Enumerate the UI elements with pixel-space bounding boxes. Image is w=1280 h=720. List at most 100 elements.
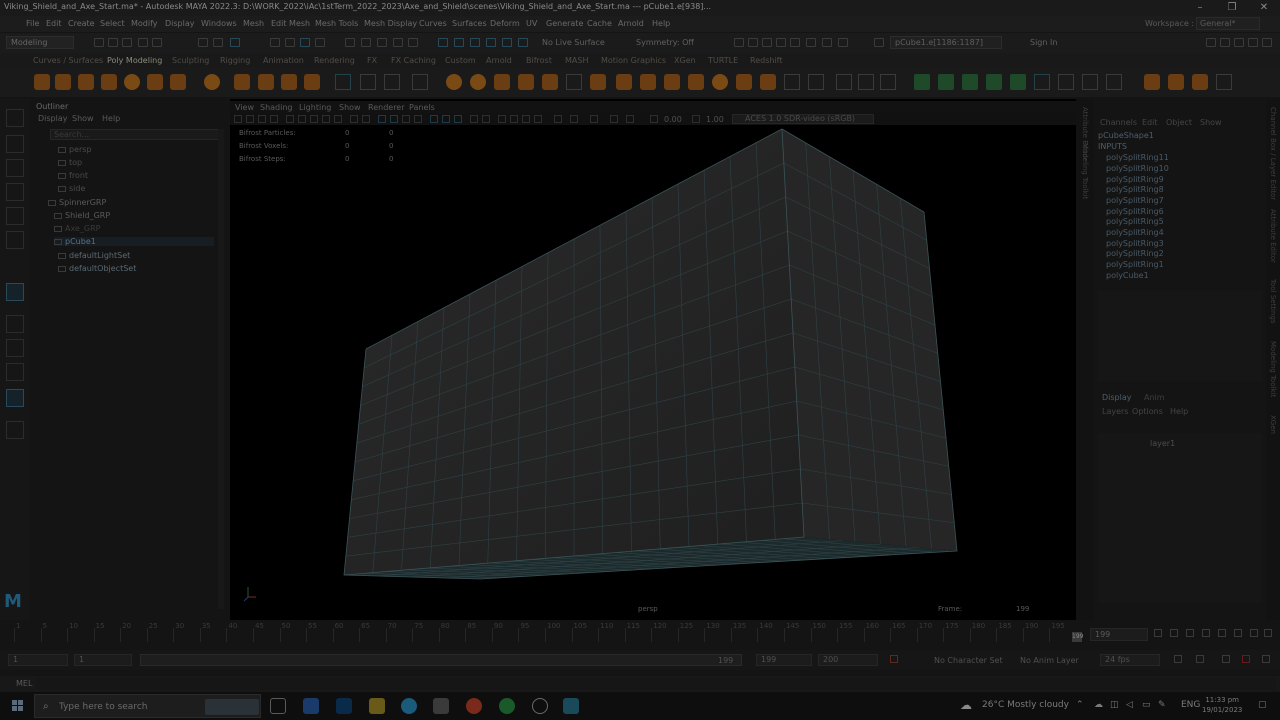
step-back-key-icon[interactable] — [1170, 629, 1178, 637]
shelf-tab-rendering[interactable]: Rendering — [314, 56, 355, 65]
mel-label[interactable]: MEL — [16, 679, 32, 688]
outliner-toggle-icon[interactable] — [1262, 38, 1272, 47]
cache-playback-icon[interactable] — [1242, 655, 1250, 663]
outliner-item[interactable]: Axe_GRP — [54, 224, 100, 233]
select-tool-icon[interactable] — [6, 109, 24, 127]
photoshop-icon[interactable] — [336, 698, 352, 714]
side-tab-channel-box[interactable]: Channel Box / Layer Editor — [1269, 107, 1277, 200]
save-scene-icon[interactable] — [122, 38, 132, 47]
reduce-icon[interactable] — [566, 74, 582, 90]
cb-menu-channels[interactable]: Channels — [1100, 118, 1137, 127]
outliner-item[interactable]: persp — [58, 145, 92, 154]
poly-cylinder-icon[interactable] — [78, 74, 94, 90]
collapse-icon[interactable] — [736, 74, 752, 90]
merge-icon[interactable] — [712, 74, 728, 90]
outliner-item[interactable]: defaultObjectSet — [58, 264, 136, 273]
obs-icon[interactable] — [532, 698, 548, 714]
poly-plane-icon[interactable] — [147, 74, 163, 90]
shelf-tab-bifrost[interactable]: Bifrost — [526, 56, 552, 65]
language-indicator[interactable]: ENG — [1181, 700, 1200, 710]
layer-menu-layers[interactable]: Layers — [1102, 407, 1128, 416]
insert-edge-loop-icon[interactable] — [858, 74, 874, 90]
cb-menu-object[interactable]: Object — [1166, 118, 1192, 127]
side-tab-modeling-toolkit-right[interactable]: Modeling Toolkit — [1269, 341, 1277, 397]
weather-text[interactable]: 26°C Mostly cloudy — [982, 700, 1069, 710]
menu-mesh-display[interactable]: Mesh Display — [364, 19, 417, 28]
cut-uv-icon[interactable] — [1034, 74, 1050, 90]
open-scene-icon[interactable] — [108, 38, 118, 47]
menu-mesh[interactable]: Mesh — [243, 19, 264, 28]
offset-edge-loop-icon[interactable] — [880, 74, 896, 90]
select-hierarchy-icon[interactable] — [198, 38, 208, 47]
custom-shelf-icon[interactable] — [1216, 74, 1232, 90]
menu-cache[interactable]: Cache — [587, 19, 612, 28]
unfold-icon[interactable] — [1082, 74, 1098, 90]
sew-uv-icon[interactable] — [1058, 74, 1074, 90]
boolean-difference-icon[interactable] — [470, 74, 486, 90]
time-slider[interactable]: 1 5 10 15 20 25 30 35 40 45 50 55 60 65 70 75 80 85 90 95 10… — [0, 620, 1280, 650]
layer-menu-options[interactable]: Options — [1132, 407, 1163, 416]
shelf-tab-poly-modeling[interactable]: Poly Modeling — [107, 56, 162, 65]
snap-pivot-icon[interactable] — [518, 38, 528, 47]
ipr-icon[interactable] — [762, 38, 772, 47]
maya-taskbar-icon[interactable] — [563, 698, 579, 714]
snap-live-icon[interactable] — [470, 38, 480, 47]
planar-map-icon[interactable] — [938, 74, 954, 90]
lasso-tool-icon[interactable] — [6, 135, 24, 153]
input-node[interactable]: polySplitRing6 — [1106, 207, 1164, 216]
outliner-menu-show[interactable]: Show — [72, 114, 94, 123]
search-icon[interactable] — [6, 421, 24, 439]
range-bar[interactable] — [140, 654, 742, 666]
poly-sphere-icon[interactable] — [34, 74, 50, 90]
windows-start-icon[interactable] — [12, 700, 24, 712]
target-weld-icon[interactable] — [808, 74, 824, 90]
shelf-tab-curves-surfaces[interactable]: Curves / Surfaces — [33, 56, 103, 65]
combine-icon[interactable] — [360, 74, 376, 90]
shelf-tab-turtle[interactable]: TURTLE — [708, 56, 738, 65]
mirror-icon[interactable] — [518, 74, 534, 90]
poly-text-icon[interactable] — [281, 74, 297, 90]
file-explorer-icon[interactable] — [369, 698, 385, 714]
poly-disc-icon[interactable] — [170, 74, 186, 90]
taskbar-search[interactable]: ⌕ Type here to search — [34, 694, 261, 718]
modeling-toolkit-icon[interactable] — [1206, 38, 1216, 47]
loop-icon[interactable] — [1174, 655, 1182, 663]
freeze-transform-icon[interactable] — [1192, 74, 1208, 90]
pause-icon[interactable] — [838, 38, 848, 47]
shelf-tab-xgen[interactable]: XGen — [674, 56, 696, 65]
magnet-icon[interactable] — [502, 38, 512, 47]
input-node[interactable]: polySplitRing10 — [1106, 164, 1169, 173]
attribute-editor-icon[interactable] — [1220, 38, 1230, 47]
menu-deform[interactable]: Deform — [490, 19, 520, 28]
single-view-layout-icon[interactable] — [6, 283, 24, 301]
outliner-item[interactable]: front — [58, 171, 88, 180]
maximize-button[interactable]: ❐ — [1216, 0, 1248, 16]
layout-uv-icon[interactable] — [1106, 74, 1122, 90]
new-scene-icon[interactable] — [94, 38, 104, 47]
play-forward-icon[interactable] — [1218, 629, 1226, 637]
cloud-icon[interactable]: ☁ — [1094, 700, 1103, 710]
bridge-icon[interactable] — [640, 74, 656, 90]
menu-uv[interactable]: UV — [526, 19, 537, 28]
shelf-tab-fx[interactable]: FX — [367, 56, 377, 65]
sweep-mesh-icon[interactable] — [258, 74, 274, 90]
smooth-icon[interactable] — [542, 74, 558, 90]
side-tab-attribute-editor-right[interactable]: Attribute Editor — [1269, 209, 1277, 263]
edge-icon[interactable] — [401, 698, 417, 714]
input-node[interactable]: polySplitRing2 — [1106, 249, 1164, 258]
notification-icon[interactable]: ▢ — [1258, 700, 1267, 710]
outliner-item-selected[interactable]: pCube1 — [54, 237, 214, 246]
lock-icon[interactable] — [393, 38, 403, 47]
shelf-tab-sculpting[interactable]: Sculpting — [172, 56, 209, 65]
svg-icon[interactable] — [304, 74, 320, 90]
fps-select[interactable]: 24 fps — [1100, 654, 1160, 666]
taskbar-clock[interactable]: 11:33 pm 19/01/2023 — [1202, 695, 1242, 715]
sound-icon[interactable] — [1222, 655, 1230, 663]
viewport-panel[interactable]: View Shading Lighting Show Renderer Pane… — [230, 99, 1076, 620]
poly-torus-icon[interactable] — [124, 74, 140, 90]
snap-point-icon[interactable] — [408, 38, 418, 47]
object-name-field[interactable]: pCube1.e[1186:1187] — [890, 36, 1002, 49]
chrome-icon[interactable] — [466, 698, 482, 714]
spotify-icon[interactable] — [499, 698, 515, 714]
outliner-item[interactable]: SpinnerGRP — [48, 198, 106, 207]
